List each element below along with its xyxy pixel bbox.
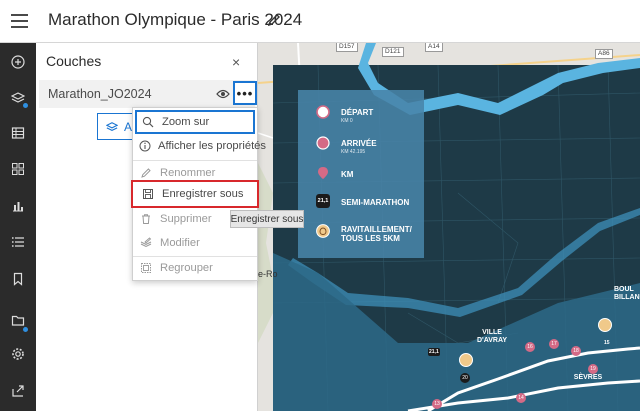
start-icon bbox=[316, 105, 330, 119]
refreshment-marker bbox=[459, 353, 473, 367]
km-marker: 16 bbox=[525, 342, 535, 352]
km-marker: 19 bbox=[588, 364, 598, 374]
close-icon[interactable]: × bbox=[232, 54, 240, 70]
layer-item[interactable]: Marathon_JO2024 bbox=[39, 80, 255, 108]
panel-title: Couches bbox=[46, 53, 102, 69]
save-icon bbox=[141, 187, 155, 201]
eye-icon[interactable] bbox=[216, 88, 230, 100]
add-layer-label: A bbox=[124, 119, 133, 134]
km-marker: 15 bbox=[604, 340, 610, 346]
map-legend: DÉPART KM 0 ARRIVÉE KM 42.195 KM 21,1 SEMI… bbox=[298, 90, 424, 258]
settings-icon[interactable] bbox=[0, 339, 36, 369]
app-title: Marathon Olympique - Paris 2024 bbox=[48, 10, 303, 29]
layer-options-menu: Zoom sur Afficher les propriétés Renomme… bbox=[131, 107, 266, 281]
km-marker: 18 bbox=[571, 346, 581, 356]
road-label: A14 bbox=[425, 43, 443, 52]
layers-icon bbox=[106, 121, 118, 131]
km-marker: 13 bbox=[432, 399, 442, 409]
more-options-button[interactable]: ••• bbox=[233, 81, 257, 105]
road-label: D157 bbox=[336, 43, 358, 52]
info-icon bbox=[139, 139, 151, 153]
finish-icon bbox=[316, 136, 330, 150]
km-pin-icon bbox=[318, 167, 328, 179]
chart-icon[interactable] bbox=[0, 191, 36, 221]
road-label: D121 bbox=[382, 47, 404, 57]
share-icon[interactable] bbox=[0, 376, 36, 406]
folder-icon[interactable] bbox=[0, 305, 36, 335]
place-label: BOUL BILLANC bbox=[614, 286, 640, 301]
app-header: Marathon Olympique - Paris 2024 bbox=[0, 0, 640, 43]
action-bar bbox=[0, 43, 36, 411]
pencil-icon[interactable] bbox=[266, 12, 282, 28]
pencil-icon bbox=[139, 166, 153, 180]
layers-icon[interactable] bbox=[0, 83, 36, 113]
place-label: SÈVRES bbox=[573, 374, 603, 381]
table-icon[interactable] bbox=[0, 118, 36, 148]
tooltip: Enregistrer sous bbox=[230, 210, 304, 228]
active-dot bbox=[23, 103, 28, 108]
add-icon[interactable] bbox=[0, 47, 36, 77]
semi-badge: 21,1 bbox=[428, 348, 440, 356]
menu-item-zoom[interactable]: Zoom sur bbox=[135, 110, 255, 134]
map-side-text: e-Ro bbox=[258, 269, 278, 279]
km-marker: 14 bbox=[516, 393, 526, 403]
road-label: A86 bbox=[595, 49, 613, 59]
bookmark-icon[interactable] bbox=[0, 264, 36, 294]
list-icon[interactable] bbox=[0, 227, 36, 257]
km-marker: 17 bbox=[549, 339, 559, 349]
hamburger-icon[interactable] bbox=[11, 11, 28, 31]
edit-layers-icon bbox=[139, 236, 153, 250]
trash-icon bbox=[139, 212, 153, 226]
group-icon bbox=[139, 261, 153, 275]
menu-item-group[interactable]: Regrouper bbox=[133, 256, 257, 280]
half-marathon-icon: 21,1 bbox=[316, 194, 330, 208]
refreshment-icon bbox=[316, 224, 330, 238]
add-layer-button[interactable]: A bbox=[97, 113, 137, 140]
km-marker: 20 bbox=[460, 373, 470, 383]
active-dot bbox=[23, 327, 28, 332]
menu-item-save-as[interactable]: Enregistrer sous bbox=[131, 180, 259, 208]
menu-item-modify[interactable]: Modifier bbox=[133, 231, 257, 255]
refreshment-marker bbox=[598, 318, 612, 332]
zoom-icon bbox=[141, 115, 155, 129]
widgets-icon[interactable] bbox=[0, 154, 36, 184]
menu-item-properties[interactable]: Afficher les propriétés bbox=[133, 134, 266, 158]
place-label: VILLE D'AVRAY bbox=[476, 329, 508, 344]
layer-name: Marathon_JO2024 bbox=[48, 87, 152, 101]
